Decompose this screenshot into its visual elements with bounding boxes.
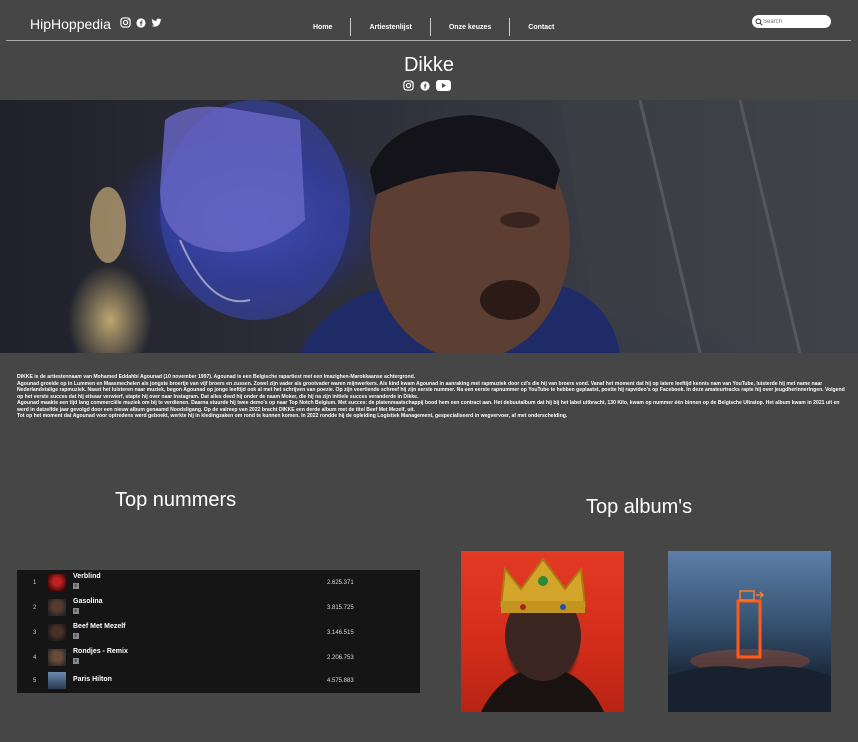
album-cover-illustration [668,590,831,712]
explicit-badge: E [73,583,79,589]
site-logo[interactable]: HipHoppedia [30,16,111,32]
search-input[interactable] [763,18,823,25]
track-cover [48,574,66,591]
top-tracks-title: Top nummers [115,489,237,511]
explicit-badge: E [73,608,79,614]
track-row[interactable]: 5 Paris Hilton 4.575.883 [17,668,420,693]
album-cover-1[interactable] [461,551,624,712]
track-rank: 2 [33,604,37,611]
track-plays: 2.625.371 [327,579,354,586]
track-plays: 3.815.725 [327,604,354,611]
track-cover [48,672,66,689]
header-social-links [120,17,162,28]
bio-paragraph: Agounad maakte een tijd lang commerciële… [17,400,840,413]
track-cover [48,599,66,616]
site-header: HipHoppedia Home Artiestenlijst Onze keu… [0,0,858,42]
top-tracks-player: 1 Verblind E 2.625.371 2 Gasolina E 3.81… [17,570,420,693]
track-cover [48,649,66,666]
nav-artiestenlijst[interactable]: Artiestenlijst [351,24,429,31]
track-row[interactable]: 1 Verblind E 2.625.371 [17,570,420,595]
track-row[interactable]: 3 Beef Met Mezelf E 3.146.515 [17,620,420,645]
track-title: Beef Met Mezelf [73,623,126,630]
track-cover [48,624,66,641]
track-row[interactable]: 4 Rondjes - Remix E 2.206.753 [17,645,420,670]
track-title: Rondjes - Remix [73,648,128,655]
track-row[interactable]: 2 Gasolina E 3.815.725 [17,595,420,620]
bio-paragraph: Tot op het moment dat Agounad voor optre… [17,413,568,419]
facebook-icon[interactable] [420,78,430,96]
album-cover-2[interactable] [668,551,831,712]
explicit-badge: E [73,658,79,664]
track-plays: 3.146.515 [327,629,354,636]
track-plays: 2.206.753 [327,654,354,661]
twitter-icon[interactable] [151,17,162,28]
track-title: Gasolina [73,598,103,605]
nav-contact[interactable]: Contact [510,24,572,31]
nav-home[interactable]: Home [295,24,350,31]
bio-paragraph: Agounad groeide op in Lummen en Maasmech… [17,380,845,400]
instagram-icon[interactable] [403,78,414,96]
explicit-badge: E [73,633,79,639]
artist-social-links [403,78,451,96]
track-rank: 5 [33,677,37,684]
track-title: Verblind [73,573,101,580]
hero-photo-illustration [90,100,858,353]
track-rank: 3 [33,629,37,636]
artist-hero-photo [0,100,858,353]
artist-biography: DIKKE is de artiestennaam van Mohamed Ed… [17,374,847,420]
main-nav: Home Artiestenlijst Onze keuzes Contact [295,18,572,36]
artist-name: Dikke [403,54,454,76]
facebook-icon[interactable] [136,17,146,28]
track-plays: 4.575.883 [327,677,354,684]
track-rank: 1 [33,579,37,586]
instagram-icon[interactable] [120,17,131,28]
search-box [752,15,831,28]
album-cover-illustration [481,557,604,712]
track-rank: 4 [33,654,37,661]
top-albums-title: Top album's [586,496,693,518]
search-icon[interactable] [755,13,763,31]
header-divider [6,40,851,41]
track-title: Paris Hilton [73,676,112,683]
youtube-icon[interactable] [436,78,451,96]
nav-onze-keuzes[interactable]: Onze keuzes [431,24,509,31]
